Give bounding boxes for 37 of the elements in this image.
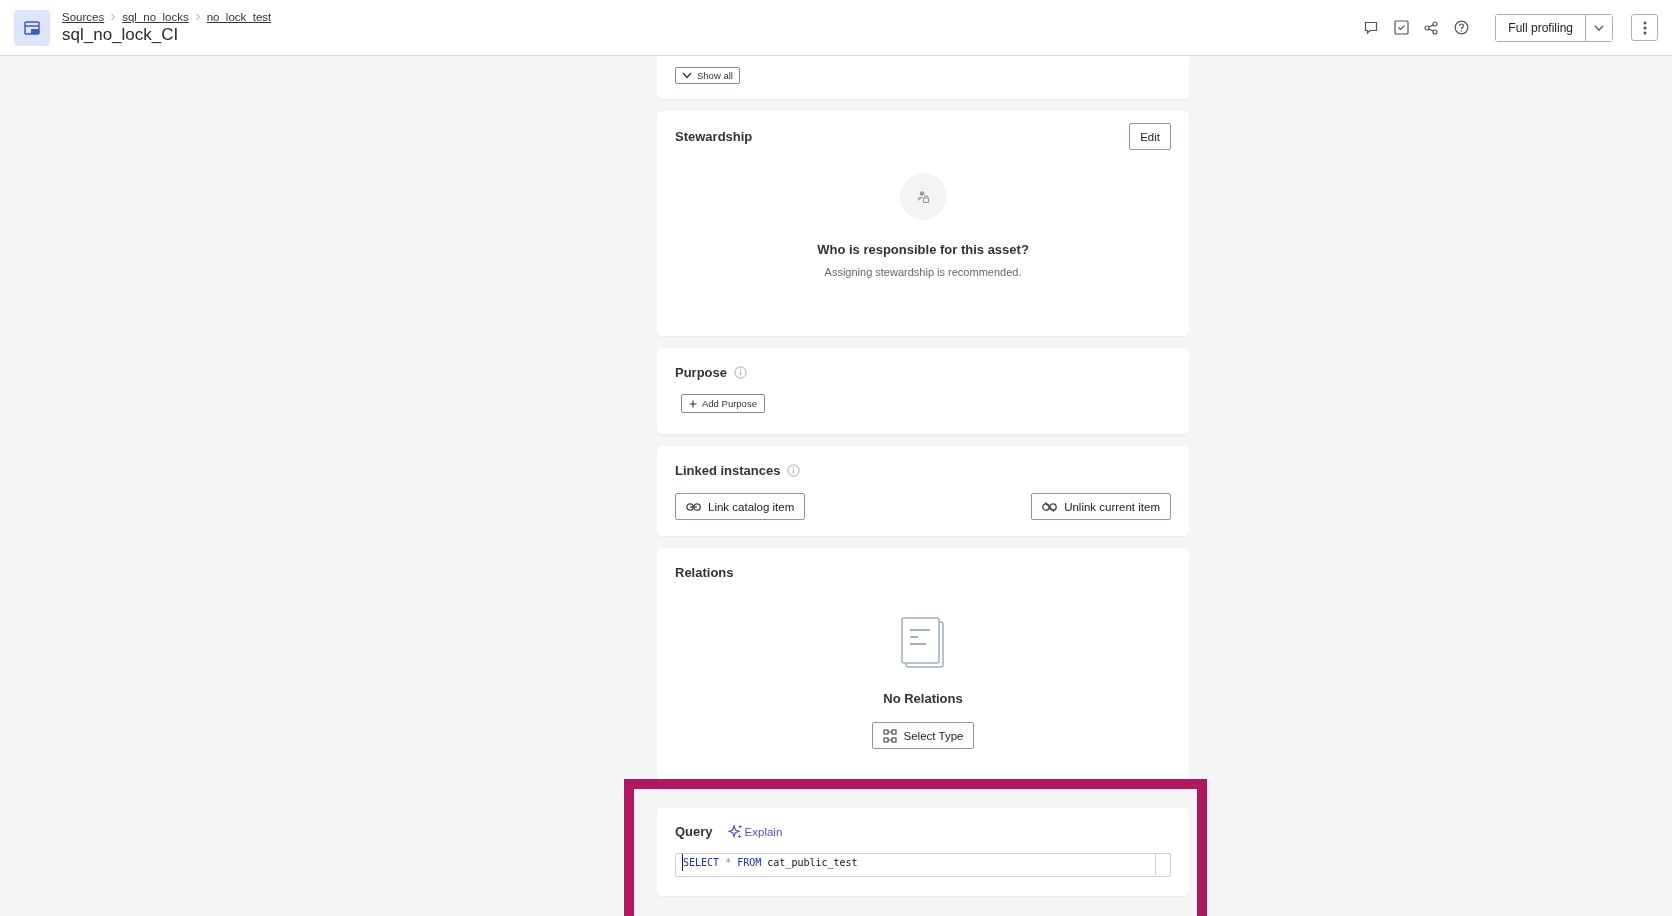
breadcrumb-link[interactable]: no_lock_test bbox=[206, 10, 272, 23]
empty-state-title: No Relations bbox=[883, 691, 963, 706]
sql-code-line: SELECT * FROM cat_public_test bbox=[682, 854, 1155, 871]
document-icon bbox=[901, 617, 945, 669]
section-title: Stewardship bbox=[675, 129, 753, 144]
chevron-down-icon bbox=[682, 72, 692, 79]
vertical-dots-icon bbox=[1642, 20, 1647, 35]
grid-icon bbox=[882, 728, 897, 743]
section-title: Query bbox=[675, 824, 713, 839]
help-icon[interactable] bbox=[1453, 19, 1470, 36]
section-title: Linked instances bbox=[675, 463, 781, 478]
explain-link[interactable]: Explain bbox=[727, 824, 783, 839]
asset-title: sql_no_lock_CI bbox=[62, 24, 180, 45]
empty-state-title: Who is responsible for this asset? bbox=[817, 242, 1029, 257]
edit-button[interactable]: Edit bbox=[1129, 123, 1171, 150]
add-purpose-button[interactable]: Add Purpose bbox=[681, 394, 765, 413]
link-icon bbox=[686, 502, 701, 511]
sparkle-icon bbox=[727, 824, 743, 839]
empty-state-text: Assigning stewardship is recommended. bbox=[824, 266, 1022, 278]
full-profiling-button[interactable]: Full profiling bbox=[1496, 14, 1586, 41]
chevron-down-icon bbox=[1593, 23, 1605, 32]
person-lock-icon bbox=[899, 173, 947, 220]
section-title: Relations bbox=[675, 565, 735, 580]
breadcrumb-link[interactable]: Sources bbox=[62, 10, 105, 23]
show-all-button[interactable]: Show all bbox=[675, 67, 740, 84]
unlink-current-item-button[interactable]: Unlink current item bbox=[1031, 493, 1171, 520]
link-catalog-item-button[interactable]: Link catalog item bbox=[675, 493, 806, 520]
sql-table-icon bbox=[14, 9, 50, 46]
section-title: Purpose bbox=[675, 365, 727, 380]
plus-icon bbox=[689, 399, 697, 408]
comment-icon[interactable] bbox=[1363, 19, 1380, 36]
unlink-icon bbox=[1042, 501, 1058, 512]
select-type-button[interactable]: Select Type bbox=[871, 722, 975, 749]
share-icon[interactable] bbox=[1423, 19, 1440, 36]
breadcrumb-link[interactable]: sql_no_locks bbox=[122, 10, 189, 23]
checkbox-icon[interactable] bbox=[1393, 19, 1410, 36]
query-editor[interactable]: SELECT * FROM cat_public_test bbox=[675, 853, 1171, 877]
